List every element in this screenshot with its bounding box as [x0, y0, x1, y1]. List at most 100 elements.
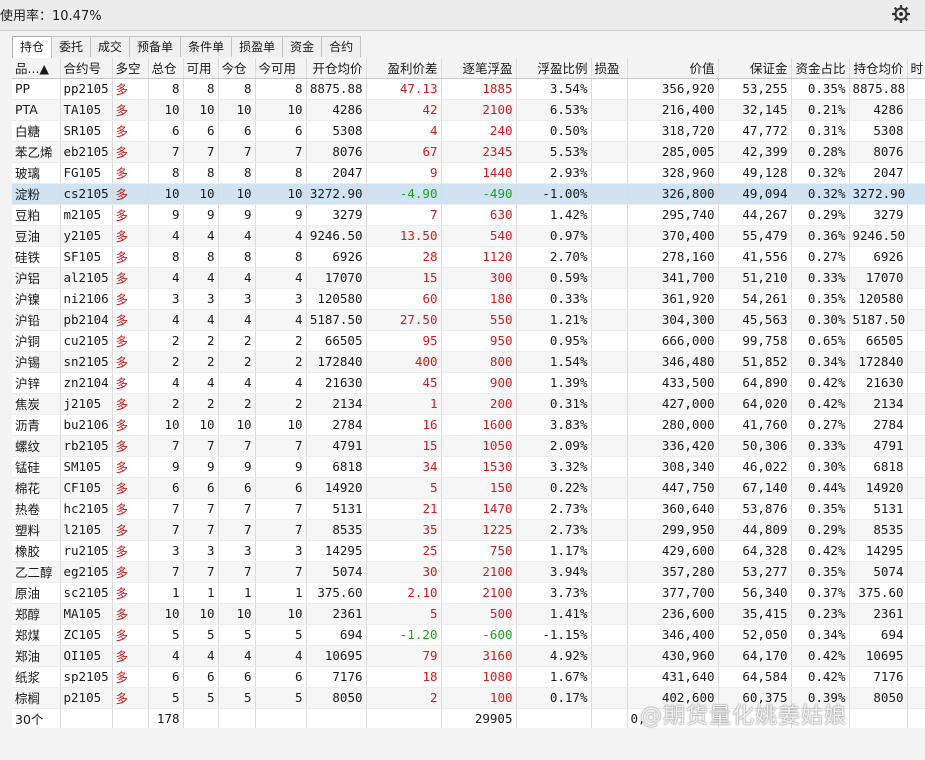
col-today-available[interactable]: 今可用	[255, 58, 307, 79]
tab-trades[interactable]: 成交	[90, 36, 131, 57]
table-row[interactable]: 热卷 hc2105 多 7 7 7 7 5131 21 1470 2.73% 360,640 53,87…	[12, 498, 925, 520]
table-cell: 2784	[306, 414, 367, 436]
table-cell: cs2105	[60, 183, 113, 205]
table-row[interactable]: 沪锌 zn2104 多 4 4 4 4 21630 45 900 1.39% 433,500 64,89…	[12, 372, 925, 394]
table-row[interactable]: 沪铝 al2105 多 4 4 4 4 17070 15 300 0.59% 341,700 51,21…	[12, 267, 925, 289]
table-cell: 0.30%	[791, 456, 850, 478]
tab-positions[interactable]: 持仓	[12, 36, 53, 58]
table-row[interactable]: 螺纹 rb2105 多 7 7 7 7 4791 15 1050 2.09% 336,420 50,30…	[12, 435, 925, 457]
table-cell: 49,094	[718, 183, 792, 205]
table-cell: 41,760	[718, 414, 792, 436]
table-row[interactable]: 玻璃 FG105 多 8 8 8 8 2047 9 1440 2.93% 328,960 49,128 0…	[12, 162, 925, 184]
summary-cell: 29905	[441, 708, 517, 728]
table-cell: sn2105	[60, 351, 113, 373]
table-row[interactable]: 沪锡 sn2105 多 2 2 2 2 172840 400 800 1.54% 346,480 51,…	[12, 351, 925, 373]
tab-stop-orders[interactable]: 损盈单	[231, 36, 284, 57]
table-cell: 7	[148, 435, 184, 457]
table-cell: 0.33%	[516, 288, 592, 310]
table-cell: 多	[112, 582, 149, 604]
table-row[interactable]: 沥青 bu2106 多 10 10 10 10 2784 16 1600 3.83% 280,000 4…	[12, 414, 925, 436]
tab-prepared-orders[interactable]: 预备单	[129, 36, 182, 57]
table-row[interactable]: 郑醇 MA105 多 10 10 10 10 2361 5 500 1.41% 236,600 35,4…	[12, 603, 925, 625]
table-cell: 326,800	[627, 183, 719, 205]
col-time[interactable]: 时	[907, 58, 925, 79]
table-cell: 430,960	[627, 645, 719, 667]
table-cell: -4.90	[366, 183, 442, 205]
table-row[interactable]: PP pp2105 多 8 8 8 8 8875.88 47.13 1885 3.54% 356,92…	[12, 78, 925, 100]
col-value[interactable]: 价值	[627, 58, 719, 79]
table-row[interactable]: 沪镍 ni2106 多 3 3 3 3 120580 60 180 0.33% 361,920 54,2…	[12, 288, 925, 310]
summary-cell	[306, 708, 367, 728]
table-cell: -600	[441, 624, 517, 646]
col-open-avg[interactable]: 开仓均价	[306, 58, 367, 79]
table-row[interactable]: 原油 sc2105 多 1 1 1 1 375.60 2.10 2100 3.73% 377,700 5…	[12, 582, 925, 604]
table-row[interactable]: 橡胶 ru2105 多 3 3 3 3 14295 25 750 1.17% 429,600 64,32…	[12, 540, 925, 562]
table-cell: 沪铝	[12, 267, 61, 289]
table-cell: 9246.50	[849, 225, 908, 247]
table-cell: 多	[112, 393, 149, 415]
table-cell: 1.17%	[516, 540, 592, 562]
col-fund-ratio[interactable]: 资金占比	[791, 58, 850, 79]
table-row[interactable]: 硅铁 SF105 多 8 8 8 8 6926 28 1120 2.70% 278,160 41,556…	[12, 246, 925, 268]
table-cell: 沥青	[12, 414, 61, 436]
table-cell: 3160	[441, 645, 517, 667]
table-cell: 7	[183, 141, 219, 163]
col-direction[interactable]: 多空	[112, 58, 149, 79]
col-float-pnl[interactable]: 逐笔浮盈	[441, 58, 517, 79]
col-hold-avg[interactable]: 持仓均价	[849, 58, 908, 79]
positions-table[interactable]: 品...▲ 合约号 多空 总仓 可用 今仓 今可用 开仓均价 盈利价差 逐笔浮盈…	[12, 58, 925, 728]
table-row[interactable]: 豆油 y2105 多 4 4 4 4 9246.50 13.50 540 0.97% 370,400 5…	[12, 225, 925, 247]
table-row[interactable]: 沪铅 pb2104 多 4 4 4 4 5187.50 27.50 550 1.21% 304,300…	[12, 309, 925, 331]
table-cell: 8	[183, 246, 219, 268]
table-row[interactable]: 棉花 CF105 多 6 6 6 6 14920 5 150 0.22% 447,750 67,140 0…	[12, 477, 925, 499]
table-cell: PTA	[12, 99, 61, 121]
gear-icon[interactable]	[891, 4, 911, 24]
table-row[interactable]: 乙二醇 eg2105 多 7 7 7 7 5074 30 2100 3.94% 357,280 53,2…	[12, 561, 925, 583]
table-cell: 1.21%	[516, 309, 592, 331]
table-row[interactable]: 郑油 OI105 多 4 4 4 4 10695 79 3160 4.92% 430,960 64,17…	[12, 645, 925, 667]
table-cell: 2.70%	[516, 246, 592, 268]
table-cell: 295,740	[627, 204, 719, 226]
table-cell: 0.27%	[791, 414, 850, 436]
table-row[interactable]: 塑料 l2105 多 7 7 7 7 8535 35 1225 2.73% 299,950 44,809…	[12, 519, 925, 541]
table-row[interactable]: 郑煤 ZC105 多 5 5 5 5 694 -1.20 -600 -1.15% 346,400 52,…	[12, 624, 925, 646]
table-row[interactable]: 焦炭 j2105 多 2 2 2 2 2134 1 200 0.31% 427,000 64,020 0.…	[12, 393, 925, 415]
table-cell: 630	[441, 204, 517, 226]
table-cell: 7	[183, 519, 219, 541]
tab-orders[interactable]: 委托	[51, 36, 92, 57]
table-cell: 4	[148, 267, 184, 289]
table-row[interactable]: PTA TA105 多 10 10 10 10 4286 42 2100 6.53% 216,400 3…	[12, 99, 925, 121]
table-row[interactable]: 锰硅 SM105 多 9 9 9 9 6818 34 1530 3.32% 308,340 46,022…	[12, 456, 925, 478]
table-cell: 8875.88	[849, 78, 908, 100]
col-total[interactable]: 总仓	[148, 58, 184, 79]
col-product[interactable]: 品...▲	[12, 58, 61, 79]
table-cell: 2047	[306, 162, 367, 184]
col-margin[interactable]: 保证金	[718, 58, 792, 79]
col-available[interactable]: 可用	[183, 58, 219, 79]
col-contract[interactable]: 合约号	[60, 58, 113, 79]
table-row[interactable]: 苯乙烯 eb2105 多 7 7 7 7 8076 67 2345 5.53% 285,005 42,3…	[12, 141, 925, 163]
table-row[interactable]: 豆粕 m2105 多 9 9 9 9 3279 7 630 1.42% 295,740 44,267 0.…	[12, 204, 925, 226]
tab-contracts[interactable]: 合约	[321, 36, 362, 57]
table-row[interactable]: 淀粉 cs2105 多 10 10 10 10 3272.90 -4.90 -490 -1.00% 3…	[12, 183, 925, 205]
col-today[interactable]: 今仓	[218, 58, 256, 79]
table-cell: 120580	[306, 288, 367, 310]
col-stop[interactable]: 损盈	[591, 58, 628, 79]
col-price-diff[interactable]: 盈利价差	[366, 58, 442, 79]
table-row[interactable]: 纸浆 sp2105 多 6 6 6 6 7176 18 1080 1.67% 431,640 64,58…	[12, 666, 925, 688]
table-cell: 0.50%	[516, 120, 592, 142]
table-cell: 9246.50	[306, 225, 367, 247]
table-row[interactable]: 沪铜 cu2105 多 2 2 2 2 66505 95 950 0.95% 666,000 99,75…	[12, 330, 925, 352]
table-cell: 多	[112, 540, 149, 562]
table-cell	[907, 309, 925, 331]
table-cell	[907, 372, 925, 394]
table-row[interactable]: 白糖 SR105 多 6 6 6 6 5308 4 240 0.50% 318,720 47,772 0.…	[12, 120, 925, 142]
tab-funds[interactable]: 资金	[282, 36, 323, 57]
table-cell: 280,000	[627, 414, 719, 436]
col-float-ratio[interactable]: 浮盈比例	[516, 58, 592, 79]
table-cell	[591, 309, 628, 331]
tab-conditional-orders[interactable]: 条件单	[180, 36, 233, 57]
table-cell: 16	[366, 414, 442, 436]
table-cell	[907, 666, 925, 688]
table-cell	[591, 120, 628, 142]
